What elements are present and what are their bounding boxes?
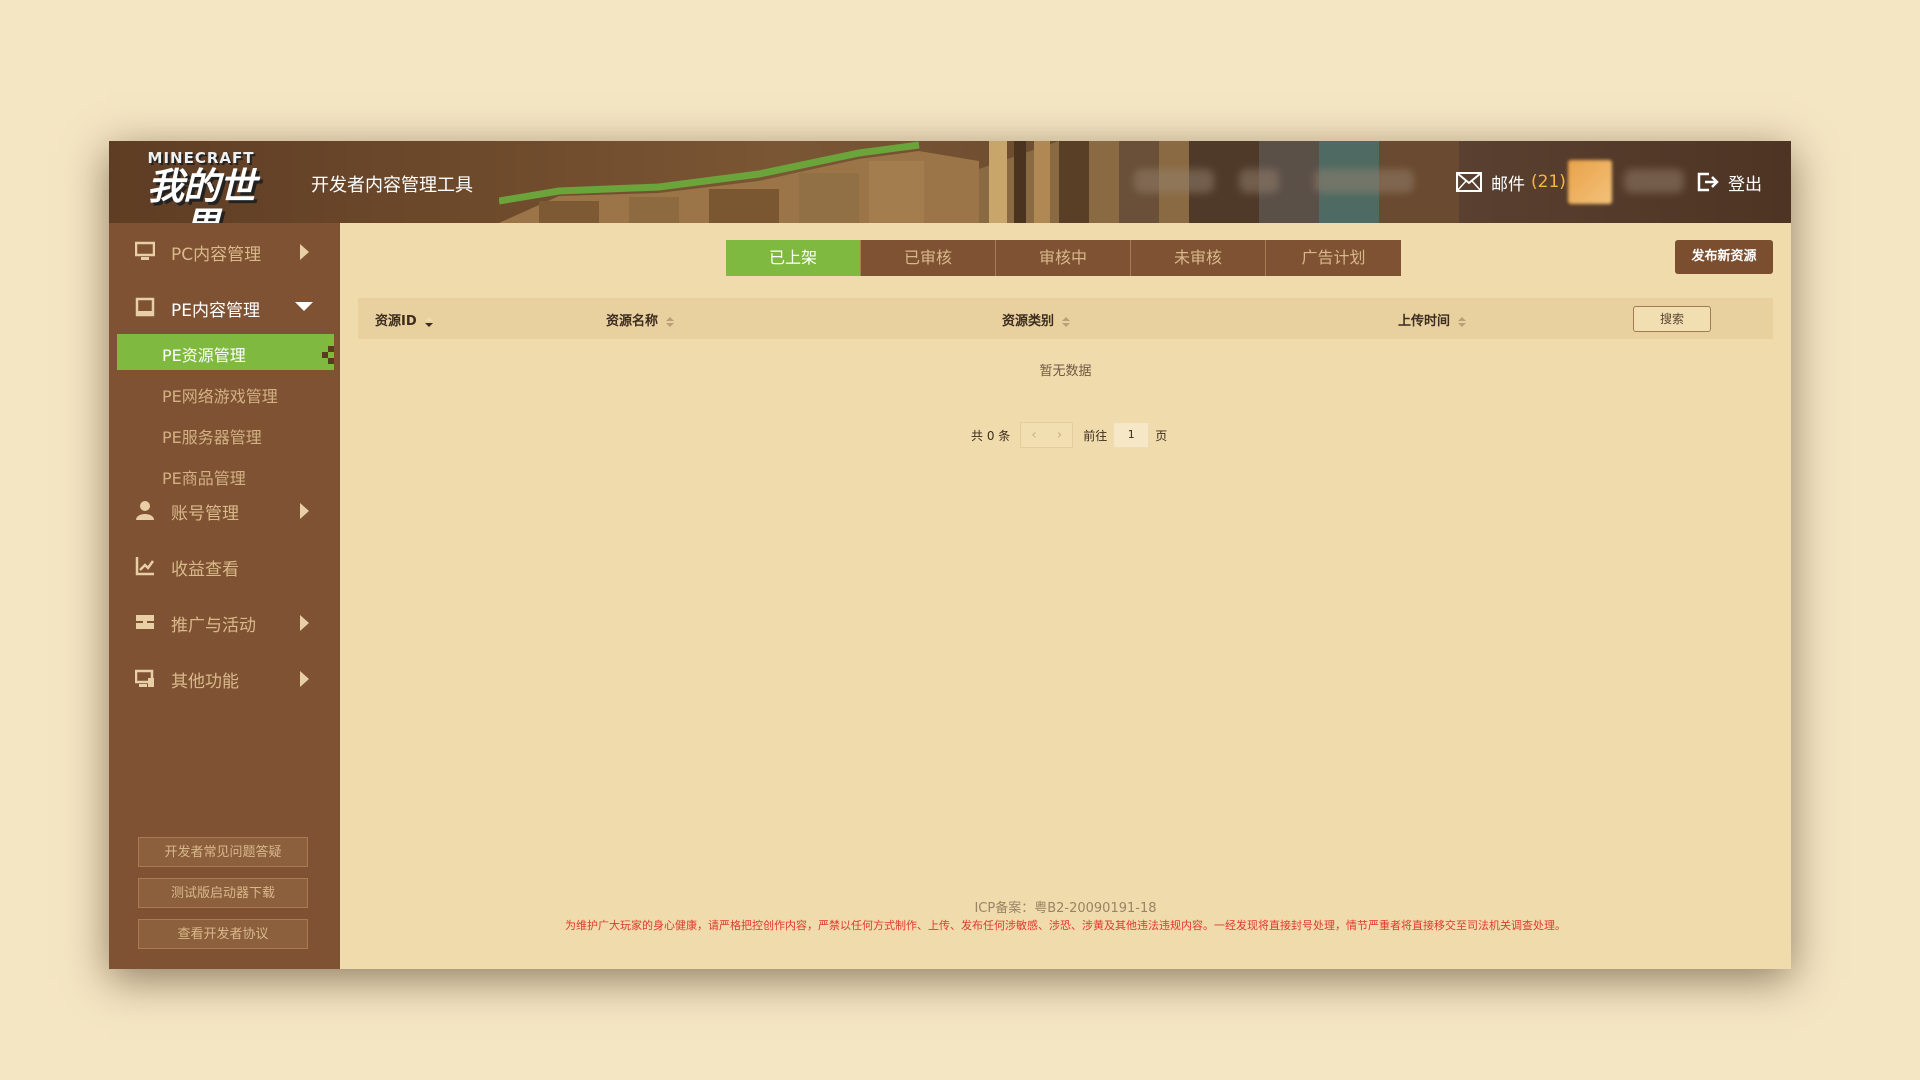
nickname-redacted bbox=[1624, 169, 1684, 193]
sidebar-subitem-pe-servers[interactable]: PE服务器管理 bbox=[117, 416, 334, 452]
sidebar-item-pe-content[interactable]: PE内容管理 bbox=[109, 287, 340, 327]
sidebar-item-pc-content[interactable]: PC内容管理 bbox=[109, 231, 340, 271]
sort-icon bbox=[424, 316, 433, 327]
minecraft-logo[interactable]: MINECRAFT 我的世界 bbox=[131, 149, 271, 223]
sort-icon bbox=[666, 316, 675, 327]
pagination: 共 0 条 ‹ › 前往 1 页 bbox=[971, 421, 1167, 449]
sidebar-item-label: 账号管理 bbox=[171, 504, 239, 524]
developer-agreement-button[interactable]: 查看开发者协议 bbox=[138, 919, 308, 949]
logo-text-cn: 我的世界 bbox=[147, 165, 256, 224]
sidebar-item-label: 其他功能 bbox=[171, 672, 239, 692]
chevron-right-icon bbox=[300, 615, 309, 631]
chart-icon bbox=[135, 557, 155, 576]
header: MINECRAFT 我的世界 开发者内容管理工具 邮件 (21) 登 bbox=[109, 141, 1791, 223]
content-warning: 为维护广大玩家的身心健康，请严格把控创作内容，严禁以任何方式制作、上传、发布任何… bbox=[565, 919, 1566, 932]
column-label: 资源类别 bbox=[1002, 314, 1055, 329]
devices-icon bbox=[135, 669, 154, 687]
column-resource-name[interactable]: 资源名称 bbox=[606, 310, 675, 329]
app-title: 开发者内容管理工具 bbox=[311, 175, 473, 196]
user-icon bbox=[136, 501, 154, 520]
faq-button[interactable]: 开发者常见问题答疑 bbox=[138, 837, 308, 867]
chevron-right-icon bbox=[300, 503, 309, 519]
mail-label: 邮件 bbox=[1491, 174, 1525, 195]
sidebar: PC内容管理 PE内容管理 PE资源管理 PE网络游戏管理 PE服务器管理 PE… bbox=[109, 223, 340, 969]
tab-listed[interactable]: 已上架 bbox=[726, 240, 861, 276]
tablet-icon bbox=[135, 297, 155, 317]
goto-label: 前往 bbox=[1083, 428, 1108, 443]
sidebar-subitem-label: PE商品管理 bbox=[162, 469, 246, 488]
chevron-down-icon bbox=[295, 302, 313, 311]
info-redacted bbox=[1314, 169, 1414, 193]
mail-count-badge: (21) bbox=[1531, 172, 1566, 192]
column-label: 资源ID bbox=[375, 314, 417, 329]
sidebar-item-label: PE内容管理 bbox=[171, 301, 260, 321]
sidebar-subitem-label: PE网络游戏管理 bbox=[162, 387, 278, 406]
publish-new-resource-button[interactable]: 发布新资源 bbox=[1675, 240, 1773, 274]
page-number-input[interactable]: 1 bbox=[1113, 422, 1150, 448]
empty-state-text: 暂无数据 bbox=[1039, 364, 1092, 379]
sidebar-item-label: 收益查看 bbox=[171, 560, 239, 580]
tab-not-reviewed[interactable]: 未审核 bbox=[1131, 240, 1266, 276]
sidebar-item-label: PC内容管理 bbox=[171, 245, 262, 265]
mail-icon bbox=[1456, 172, 1482, 192]
icp-license: ICP备案：粤B2-20090191-18 bbox=[974, 901, 1157, 916]
sidebar-item-other[interactable]: 其他功能 bbox=[109, 658, 340, 698]
column-label: 上传时间 bbox=[1398, 314, 1451, 329]
ticket-icon bbox=[136, 615, 154, 629]
table-header: 资源ID 资源名称 资源类别 上传时间 搜索 bbox=[358, 298, 1773, 339]
column-label: 资源名称 bbox=[606, 314, 659, 329]
sidebar-subitem-label: PE资源管理 bbox=[162, 346, 246, 365]
prev-page-button[interactable]: ‹ bbox=[1021, 423, 1047, 447]
logout-label: 登出 bbox=[1728, 174, 1762, 195]
logout-icon bbox=[1697, 172, 1719, 192]
info-redacted bbox=[1239, 169, 1279, 193]
page-nav: ‹ › bbox=[1020, 422, 1074, 448]
mail-link[interactable]: 邮件 (21) bbox=[1456, 167, 1566, 197]
app-window: MINECRAFT 我的世界 开发者内容管理工具 邮件 (21) 登 bbox=[109, 141, 1791, 969]
column-upload-time[interactable]: 上传时间 bbox=[1398, 310, 1467, 329]
tab-reviewed[interactable]: 已审核 bbox=[861, 240, 996, 276]
column-resource-id[interactable]: 资源ID bbox=[375, 310, 433, 329]
page-unit-label: 页 bbox=[1155, 428, 1168, 443]
next-page-button[interactable]: › bbox=[1047, 423, 1073, 447]
chevron-right-icon bbox=[300, 244, 309, 260]
sidebar-subitem-pe-network-games[interactable]: PE网络游戏管理 bbox=[117, 375, 334, 411]
sidebar-item-account[interactable]: 账号管理 bbox=[109, 490, 340, 530]
column-resource-type[interactable]: 资源类别 bbox=[1002, 310, 1071, 329]
tab-ad-plan[interactable]: 广告计划 bbox=[1266, 240, 1401, 276]
sidebar-item-label: 推广与活动 bbox=[171, 616, 256, 636]
search-button[interactable]: 搜索 bbox=[1633, 306, 1711, 332]
chevron-right-icon bbox=[300, 671, 309, 687]
total-count: 共 0 条 bbox=[971, 428, 1011, 443]
beta-launcher-download-button[interactable]: 测试版启动器下载 bbox=[138, 878, 308, 908]
sidebar-item-revenue[interactable]: 收益查看 bbox=[109, 546, 340, 586]
sort-icon bbox=[1062, 316, 1071, 327]
sidebar-subitem-pe-resources[interactable]: PE资源管理 bbox=[117, 334, 334, 370]
sidebar-item-promotion[interactable]: 推广与活动 bbox=[109, 602, 340, 642]
tab-in-review[interactable]: 审核中 bbox=[996, 240, 1131, 276]
logout-button[interactable]: 登出 bbox=[1697, 167, 1762, 197]
username-redacted bbox=[1134, 169, 1214, 193]
status-tabs: 已上架 已审核 审核中 未审核 广告计划 bbox=[726, 240, 1401, 276]
sidebar-subitem-pe-products[interactable]: PE商品管理 bbox=[117, 457, 334, 493]
sort-icon bbox=[1458, 316, 1467, 327]
sidebar-subitem-label: PE服务器管理 bbox=[162, 428, 262, 447]
monitor-icon bbox=[135, 241, 155, 260]
avatar[interactable] bbox=[1568, 160, 1612, 204]
